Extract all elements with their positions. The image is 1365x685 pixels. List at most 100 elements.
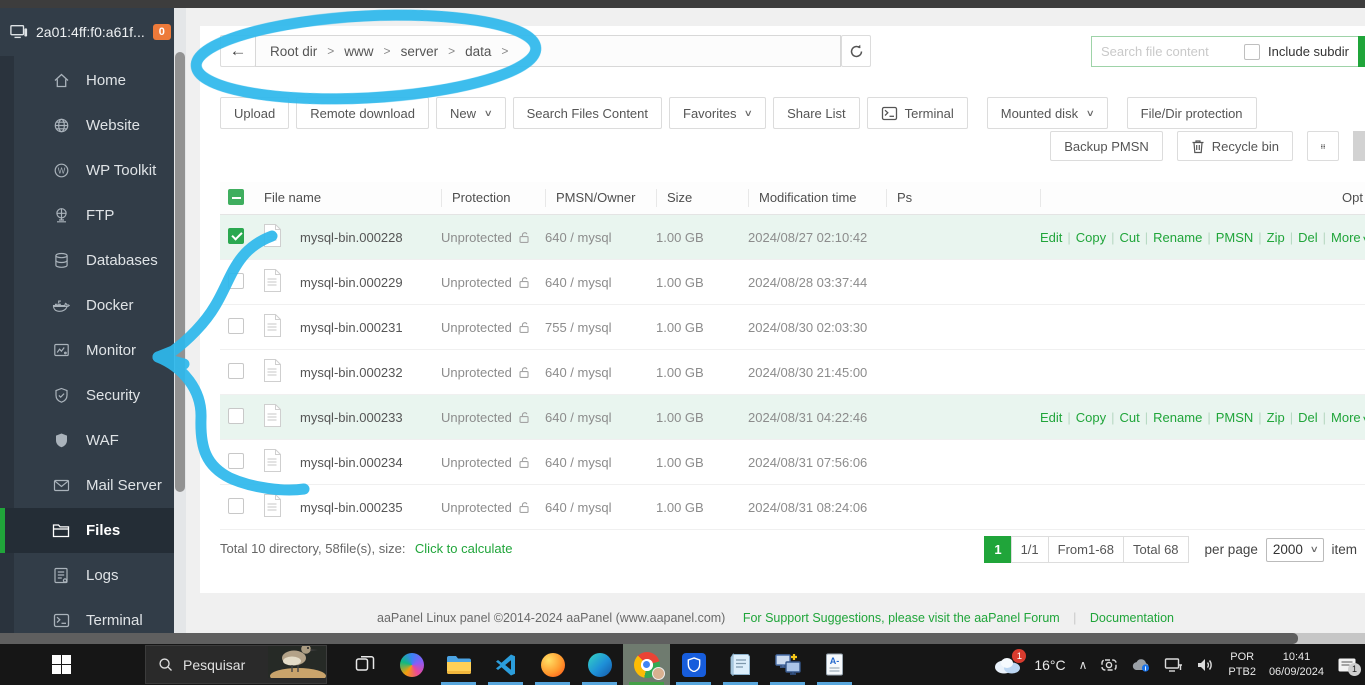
bitwarden-button[interactable]	[670, 644, 717, 685]
sidebar-item-monitor[interactable]: Monitor	[0, 328, 174, 373]
chrome-button-active[interactable]	[623, 644, 670, 685]
col-protection[interactable]: Protection	[441, 189, 545, 207]
protection-cell[interactable]: Unprotected	[441, 320, 545, 335]
toolbar-button-upload[interactable]: Upload	[220, 97, 290, 129]
file-name[interactable]: mysql-bin.000229	[300, 275, 441, 290]
search-highlight-image[interactable]	[268, 646, 326, 683]
copilot-button[interactable]	[388, 644, 435, 685]
sidebar-item-website[interactable]: Website	[0, 103, 174, 148]
server-selector[interactable]: 2a01:4ff:f0:a61f... 0	[0, 8, 174, 56]
search-button[interactable]	[1358, 36, 1365, 67]
action-pmsn[interactable]: PMSN	[1216, 410, 1254, 425]
toolbar-button-remote-download[interactable]: Remote download	[296, 97, 429, 129]
row-checkbox[interactable]	[228, 227, 244, 244]
temperature-label[interactable]: 16°C	[1034, 657, 1065, 673]
tray-expand-chevron[interactable]: ∧	[1079, 658, 1088, 672]
col-file-name[interactable]: File name	[262, 189, 441, 207]
clock-widget[interactable]: 10:41 06/09/2024	[1269, 650, 1324, 680]
file-name[interactable]: mysql-bin.000234	[300, 455, 441, 470]
table-row[interactable]: mysql-bin.000231 Unprotected 755 / mysql 1.…	[220, 305, 1365, 350]
sidebar-item-databases[interactable]: Databases	[0, 238, 174, 283]
notification-center-button[interactable]: 1	[1337, 657, 1361, 676]
horizontal-scrollbar[interactable]	[0, 633, 1365, 644]
calculate-size-link[interactable]: Click to calculate	[415, 541, 513, 556]
file-name[interactable]: mysql-bin.000228	[300, 230, 441, 245]
horizontal-scrollbar-thumb[interactable]	[0, 633, 1298, 644]
task-view-button[interactable]	[341, 644, 388, 685]
alert-badge[interactable]: 0	[152, 24, 171, 40]
sidebar-item-waf[interactable]: WAF	[0, 418, 174, 463]
volume-icon[interactable]	[1196, 657, 1215, 673]
col-ps[interactable]: Ps	[886, 189, 1040, 207]
action-del[interactable]: Del	[1298, 230, 1318, 245]
refresh-button[interactable]	[841, 35, 871, 67]
row-checkbox[interactable]	[228, 452, 244, 469]
table-row[interactable]: mysql-bin.000229 Unprotected 640 / mysql 1.…	[220, 260, 1365, 305]
sidebar-scrollbar[interactable]	[174, 8, 186, 633]
sidebar-item-docker[interactable]: Docker	[0, 283, 174, 328]
action-cut[interactable]: Cut	[1120, 230, 1140, 245]
table-row[interactable]: mysql-bin.000233 Unprotected 640 / mysql 1.…	[220, 395, 1365, 440]
toolbar-button-search-files-content[interactable]: Search Files Content	[512, 97, 663, 129]
action-edit[interactable]: Edit	[1040, 410, 1062, 425]
file-explorer-button[interactable]	[435, 644, 482, 685]
row-checkbox[interactable]	[228, 362, 244, 379]
toolbar-button-terminal[interactable]: Terminal	[866, 97, 968, 129]
documentation-link[interactable]: Documentation	[1090, 611, 1174, 625]
action-del[interactable]: Del	[1298, 410, 1318, 425]
sidebar-item-wp-toolkit[interactable]: W WP Toolkit	[0, 148, 174, 193]
remote-desktop-button[interactable]	[764, 644, 811, 685]
search-input[interactable]	[1101, 44, 1241, 59]
vscode-button[interactable]	[482, 644, 529, 685]
per-page-select[interactable]: 2000 ∨	[1265, 537, 1325, 562]
table-row[interactable]: mysql-bin.000228 Unprotected 640 / mysql 1.…	[220, 215, 1365, 260]
table-row[interactable]: mysql-bin.000234 Unprotected 640 / mysql 1.…	[220, 440, 1365, 485]
sidebar-item-files[interactable]: Files	[0, 508, 174, 553]
select-all-checkbox[interactable]	[228, 189, 244, 205]
row-checkbox[interactable]	[228, 407, 244, 424]
action-more[interactable]: More	[1331, 230, 1361, 245]
breadcrumb[interactable]: Root dir > www > server > data >	[255, 35, 841, 67]
sidebar-item-terminal[interactable]: Terminal	[0, 598, 174, 633]
protection-cell[interactable]: Unprotected	[441, 455, 545, 470]
action-rename[interactable]: Rename	[1153, 410, 1202, 425]
file-name[interactable]: mysql-bin.000232	[300, 365, 441, 380]
breadcrumb-item[interactable]: www	[344, 44, 373, 59]
sidebar-item-logs[interactable]: Logs	[0, 553, 174, 598]
toolbar-button-backup-pmsn[interactable]: Backup PMSN	[1050, 131, 1163, 161]
toolbar-button-favorites[interactable]: Favorites ∨	[669, 97, 767, 129]
include-subdir-checkbox[interactable]	[1244, 43, 1260, 60]
file-name[interactable]: mysql-bin.000233	[300, 410, 441, 425]
firefox-button[interactable]	[529, 644, 576, 685]
action-pmsn[interactable]: PMSN	[1216, 230, 1254, 245]
protection-cell[interactable]: Unprotected	[441, 365, 545, 380]
breadcrumb-item[interactable]: Root dir	[270, 44, 317, 59]
row-checkbox[interactable]	[228, 272, 244, 289]
grid-view-button[interactable]	[1307, 131, 1339, 161]
action-copy[interactable]: Copy	[1076, 230, 1106, 245]
notepad-button[interactable]	[717, 644, 764, 685]
breadcrumb-item[interactable]: data	[465, 44, 491, 59]
col-modification-time[interactable]: Modification time	[748, 189, 886, 207]
support-link[interactable]: For Support Suggestions, please visit th…	[743, 611, 1060, 625]
sidebar-item-home[interactable]: Home	[0, 58, 174, 103]
row-checkbox[interactable]	[228, 497, 244, 514]
weather-widget[interactable]: 1	[994, 649, 1027, 674]
action-edit[interactable]: Edit	[1040, 230, 1062, 245]
col-size[interactable]: Size	[656, 189, 748, 207]
row-checkbox[interactable]	[228, 317, 244, 334]
protection-cell[interactable]: Unprotected	[441, 410, 545, 425]
screen-cast-icon[interactable]	[1100, 657, 1118, 673]
action-rename[interactable]: Rename	[1153, 230, 1202, 245]
sidebar-scrollbar-thumb[interactable]	[175, 52, 185, 492]
page-1-button[interactable]: 1	[984, 536, 1012, 563]
table-row[interactable]: mysql-bin.000232 Unprotected 640 / mysql 1.…	[220, 350, 1365, 395]
onedrive-info-icon[interactable]: i	[1131, 657, 1151, 672]
action-copy[interactable]: Copy	[1076, 410, 1106, 425]
breadcrumb-item[interactable]: server	[401, 44, 439, 59]
sidebar-item-ftp[interactable]: FTP	[0, 193, 174, 238]
back-button[interactable]: ←	[220, 35, 256, 67]
file-name[interactable]: mysql-bin.000231	[300, 320, 441, 335]
language-switcher[interactable]: POR PTB2	[1228, 650, 1256, 680]
protection-cell[interactable]: Unprotected	[441, 500, 545, 515]
